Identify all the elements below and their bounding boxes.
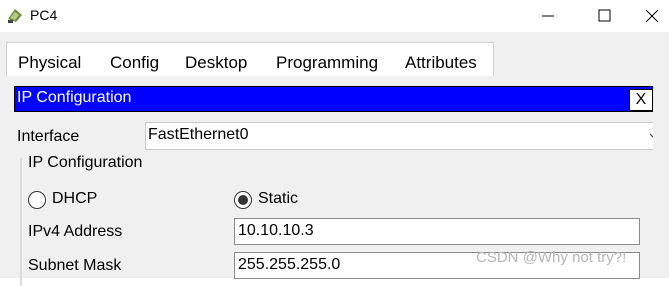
pc-icon: [6, 6, 24, 24]
tab-programming[interactable]: Programming: [276, 53, 378, 73]
tab-desktop[interactable]: Desktop: [185, 53, 247, 73]
scrollbar-area[interactable]: [653, 76, 669, 278]
panel-close-button[interactable]: X: [629, 89, 653, 111]
subnet-mask-label: Subnet Mask: [28, 257, 122, 274]
panel-title: IP Configuration: [17, 89, 132, 106]
interface-select[interactable]: FastEthernet0: [145, 122, 667, 150]
close-window-button[interactable]: [630, 0, 669, 32]
watermark: CSDN @Why not try?!: [476, 249, 627, 266]
ipv4-address-input[interactable]: 10.10.10.3: [234, 218, 640, 245]
tab-attributes[interactable]: Attributes: [405, 53, 477, 73]
dhcp-label: DHCP: [52, 190, 98, 207]
title-bar: PC4: [0, 0, 669, 32]
dhcp-radio[interactable]: [28, 191, 46, 209]
desktop-content: IP Configuration X Interface FastEtherne…: [0, 76, 669, 286]
ipv4-address-label: IPv4 Address: [28, 223, 123, 240]
interface-label: Interface: [17, 128, 80, 145]
static-radio[interactable]: [234, 191, 252, 209]
interface-value: FastEthernet0: [148, 126, 249, 143]
window-title: PC4: [30, 7, 58, 23]
ipv4-address-value: 10.10.10.3: [238, 222, 314, 239]
panel-header: IP Configuration X: [14, 86, 656, 112]
subnet-mask-value: 255.255.255.0: [238, 256, 341, 273]
minimize-button[interactable]: [526, 0, 572, 32]
tab-physical[interactable]: Physical: [18, 53, 81, 73]
tab-strip: Physical Config Desktop Programming Attr…: [0, 32, 669, 86]
static-label: Static: [258, 190, 299, 207]
tab-bar: Physical Config Desktop Programming Attr…: [6, 42, 494, 86]
maximize-button[interactable]: [582, 0, 628, 32]
tab-config[interactable]: Config: [110, 53, 159, 73]
group-border: [20, 158, 22, 286]
group-title: IP Configuration: [26, 154, 145, 172]
static-radio-selected-dot: [238, 195, 248, 205]
